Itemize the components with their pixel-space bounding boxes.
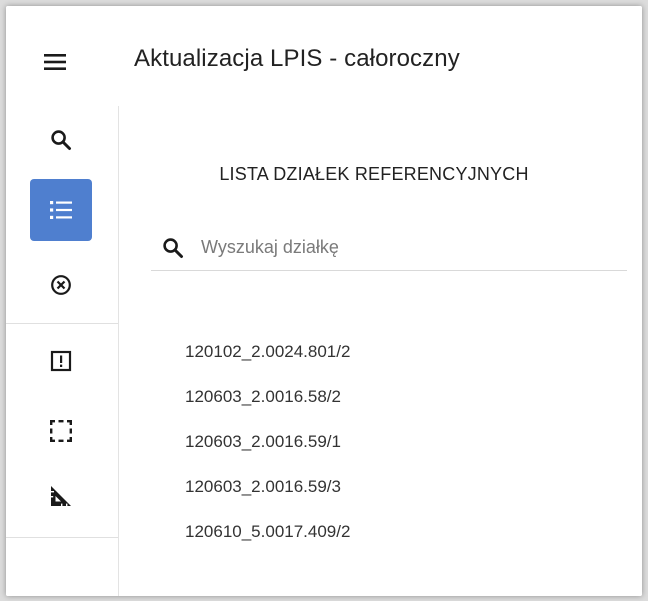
app-window: Aktualizacja LPIS - całoroczny LISTA DZI… xyxy=(6,6,642,596)
panel-title: LISTA DZIAŁEK REFERENCYJNYCH xyxy=(219,164,529,184)
sidebar-report-button[interactable] xyxy=(30,330,92,392)
plot-list-item[interactable]: 120610_5.0017.409/2 xyxy=(185,522,605,567)
app-title: Aktualizacja LPIS - całoroczny xyxy=(134,45,460,72)
sidebar-select-button[interactable] xyxy=(30,400,92,462)
list-icon xyxy=(50,201,72,219)
selection-icon xyxy=(50,420,72,442)
top-bar: Aktualizacja LPIS - całoroczny xyxy=(6,6,642,106)
sidebar-measure-button[interactable] xyxy=(30,465,92,527)
plot-list-item[interactable]: 120603_2.0016.59/1 xyxy=(185,432,605,477)
sidebar xyxy=(6,106,119,596)
search-icon xyxy=(162,237,184,259)
sidebar-search-button[interactable] xyxy=(30,109,92,171)
plot-search-input[interactable] xyxy=(201,232,611,262)
menu-button[interactable] xyxy=(40,48,70,76)
sidebar-divider xyxy=(6,537,118,538)
ruler-triangle-icon xyxy=(51,486,71,506)
alert-box-icon xyxy=(50,350,72,372)
sidebar-list-button[interactable] xyxy=(30,179,92,241)
hamburger-menu-icon xyxy=(44,54,66,70)
plot-list-item[interactable]: 120603_2.0016.59/3 xyxy=(185,477,605,522)
plot-search-bar xyxy=(151,228,627,271)
plot-list: 120102_2.0024.801/2 120603_2.0016.58/2 120… xyxy=(185,342,605,567)
search-icon xyxy=(51,130,71,150)
sidebar-divider xyxy=(6,323,118,324)
reference-plots-panel: LISTA DZIAŁEK REFERENCYJNYCH 120102_2.00… xyxy=(119,106,642,596)
close-circle-icon xyxy=(51,275,71,295)
sidebar-clear-button[interactable] xyxy=(30,254,92,316)
plot-list-item[interactable]: 120102_2.0024.801/2 xyxy=(185,342,605,387)
plot-list-item[interactable]: 120603_2.0016.58/2 xyxy=(185,387,605,432)
